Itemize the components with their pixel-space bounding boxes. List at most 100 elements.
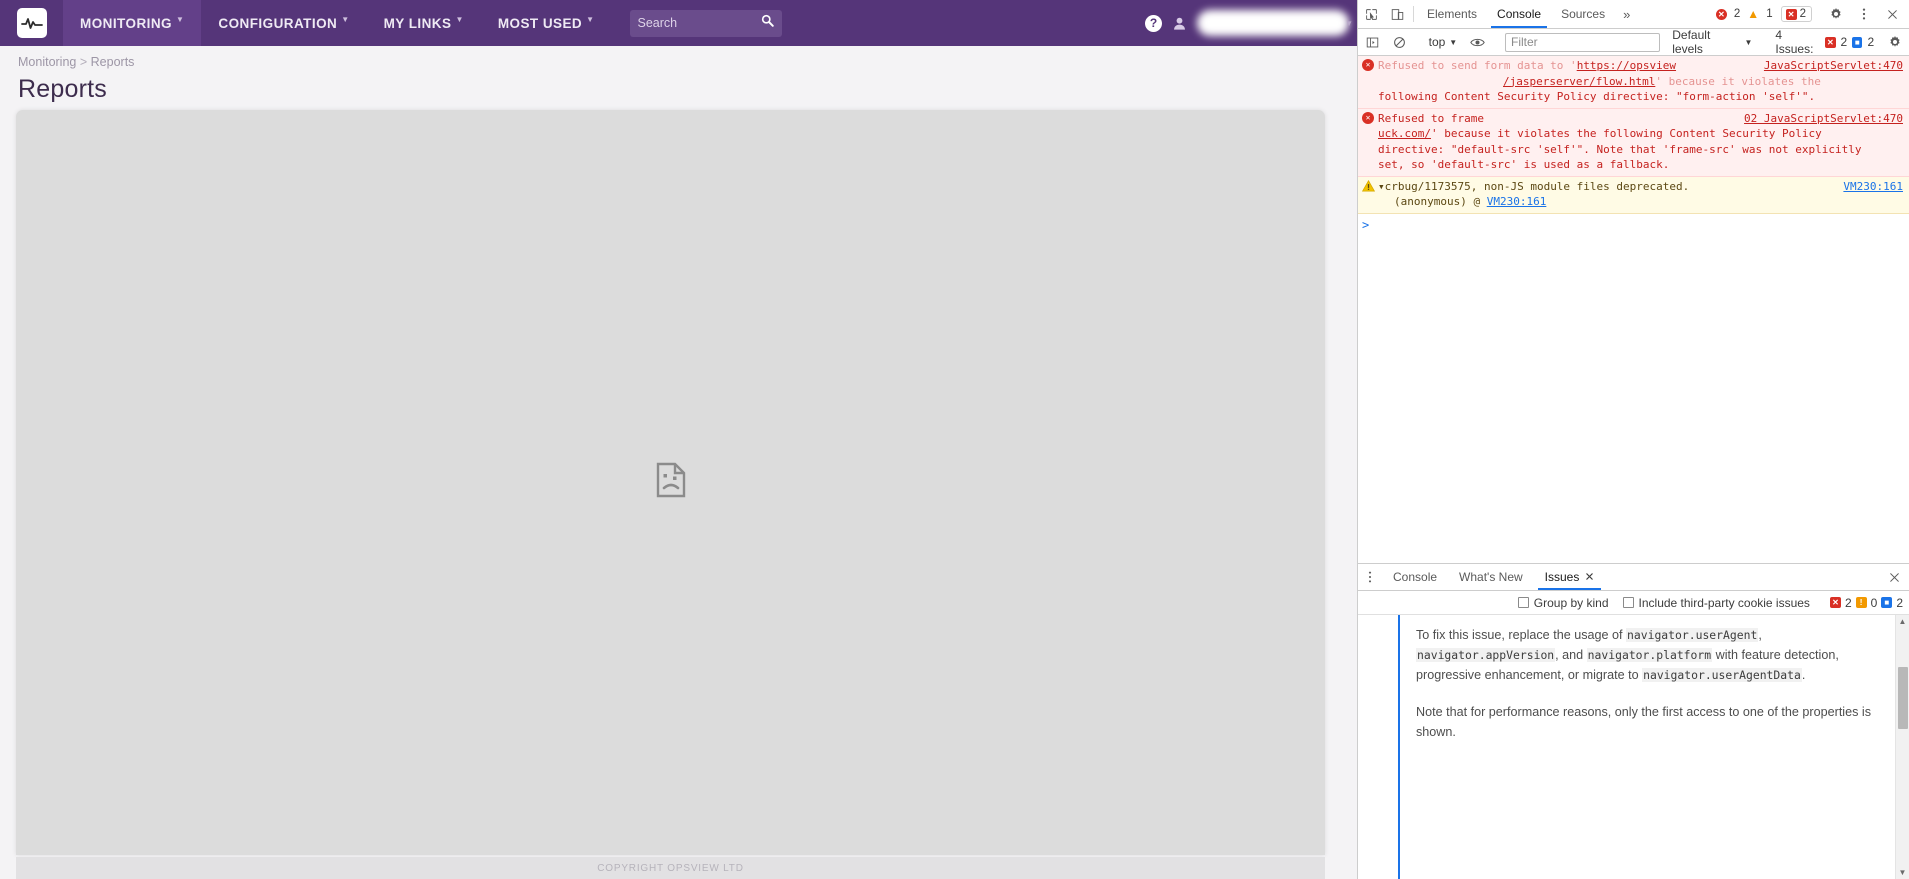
- scrollbar-thumb[interactable]: [1898, 667, 1908, 729]
- drawer-tab-issues[interactable]: Issues: [1534, 564, 1606, 590]
- top-navbar: MONITORING ▼ CONFIGURATION ▼ MY LINKS ▼ …: [0, 0, 1357, 46]
- console-settings-gear-icon[interactable]: [1882, 35, 1907, 49]
- issues-summary-button[interactable]: 4 Issues: ✕ 2 ■ 2: [1769, 28, 1880, 56]
- tab-sources[interactable]: Sources: [1551, 0, 1615, 28]
- issue-paragraph-2: Note that for performance reasons, only …: [1416, 705, 1872, 739]
- scroll-down-icon[interactable]: ▼: [1899, 866, 1907, 879]
- drawer-tabstrip: Console What's New Issues: [1358, 564, 1909, 591]
- close-drawer-icon[interactable]: [1880, 564, 1909, 590]
- console-message-source[interactable]: 02 JavaScriptServlet:470: [1744, 111, 1903, 127]
- issues-count-pill[interactable]: ✕ 2: [1780, 6, 1812, 22]
- execution-context-value: top: [1428, 35, 1446, 49]
- search-box[interactable]: Search: [629, 9, 782, 37]
- issues-warning-count: 0: [1870, 595, 1878, 610]
- error-icon: ✕: [1362, 111, 1378, 173]
- nav-item-most-used[interactable]: MOST USED ▼: [481, 0, 612, 46]
- more-tabs-icon[interactable]: »: [1615, 0, 1638, 28]
- device-toolbar-icon[interactable]: [1384, 0, 1410, 28]
- expander-icon[interactable]: ▾: [1378, 180, 1385, 193]
- msg2-line4: set, so 'default-src' is used as a fallb…: [1378, 158, 1670, 171]
- console-filter-input[interactable]: Filter: [1505, 32, 1661, 52]
- logo-container[interactable]: [0, 0, 63, 46]
- scroll-up-icon[interactable]: ▲: [1899, 615, 1907, 628]
- console-message-source[interactable]: VM230:161: [1843, 179, 1903, 195]
- nav-item-my-links[interactable]: MY LINKS ▼: [367, 0, 481, 46]
- live-expression-eye-icon[interactable]: [1465, 36, 1490, 49]
- help-icon[interactable]: ?: [1145, 14, 1162, 32]
- issue-info-icon: ■: [1881, 597, 1893, 608]
- inspect-element-icon[interactable]: [1358, 0, 1384, 28]
- msg3-stack-link[interactable]: VM230:161: [1487, 195, 1547, 208]
- issue-p1-f: .: [1801, 668, 1806, 682]
- settings-gear-icon[interactable]: [1823, 7, 1849, 21]
- user-avatar-icon[interactable]: [1172, 16, 1187, 31]
- checkbox-icon[interactable]: [1622, 597, 1634, 608]
- issue-code-appversion: navigator.appVersion: [1416, 648, 1556, 662]
- sad-document-icon: [656, 462, 686, 503]
- include-third-party-checkbox[interactable]: Include third-party cookie issues: [1622, 595, 1810, 610]
- console-message-source[interactable]: JavaScriptServlet:470: [1764, 58, 1903, 74]
- close-icon[interactable]: [1585, 570, 1594, 584]
- issue-code-useragent: navigator.userAgent: [1626, 628, 1759, 642]
- console-message-error[interactable]: ✕ Refused to frame uck.com/' because it v…: [1358, 108, 1909, 177]
- breadcrumb-parent[interactable]: Monitoring: [18, 55, 76, 69]
- tab-elements[interactable]: Elements: [1417, 0, 1487, 28]
- msg1-url1[interactable]: https://opsview: [1577, 59, 1676, 72]
- console-message-error[interactable]: ✕ Refused to send form data to 'https://…: [1358, 56, 1909, 109]
- console-message-list[interactable]: ✕ Refused to send form data to 'https://…: [1358, 56, 1909, 563]
- drawer-tab-console[interactable]: Console: [1382, 564, 1448, 590]
- nav-item-monitoring[interactable]: MONITORING ▼: [63, 0, 202, 46]
- search-input[interactable]: Search: [638, 16, 761, 30]
- issue-gutter: [1358, 615, 1398, 879]
- tab-console-label: Console: [1497, 7, 1542, 21]
- breadcrumb-separator: >: [79, 55, 88, 69]
- chevron-down-icon: ▼: [341, 15, 350, 24]
- tab-sources-label: Sources: [1561, 7, 1606, 21]
- log-level-select[interactable]: Default levels ▼: [1666, 28, 1758, 56]
- issue-code-platform: navigator.platform: [1586, 648, 1713, 662]
- msg3-stack-label: (anonymous) @: [1394, 195, 1481, 208]
- nav-item-configuration[interactable]: CONFIGURATION ▼: [201, 0, 366, 46]
- drawer-more-options-icon[interactable]: [1358, 564, 1382, 590]
- issue-p1-d: , and: [1555, 648, 1587, 662]
- console-counts[interactable]: ✕ 2 ▲ 1: [1710, 8, 1779, 20]
- warning-count: 1: [1766, 8, 1773, 20]
- issues-scrollbar[interactable]: ▲ ▼: [1895, 615, 1909, 879]
- msg2-url[interactable]: uck.com/: [1378, 127, 1431, 140]
- nav-menu: MONITORING ▼ CONFIGURATION ▼ MY LINKS ▼ …: [63, 0, 612, 46]
- checkbox-icon[interactable]: [1517, 597, 1529, 608]
- footer-copyright: COPYRIGHT OPSVIEW LTD: [597, 862, 744, 874]
- more-options-icon[interactable]: [1851, 7, 1877, 21]
- issue-p1-a: To fix this issue, replace the usage of: [1416, 628, 1627, 642]
- issues-summary-label: 4 Issues:: [1775, 28, 1814, 56]
- issues-detail[interactable]: To fix this issue, replace the usage of …: [1358, 615, 1909, 879]
- search-icon[interactable]: [761, 14, 774, 32]
- screen: MONITORING ▼ CONFIGURATION ▼ MY LINKS ▼ …: [0, 0, 1909, 879]
- clear-console-icon[interactable]: [1387, 36, 1412, 49]
- close-devtools-icon[interactable]: [1879, 8, 1905, 21]
- msg1-line3: following Content Security Policy direct…: [1378, 90, 1816, 103]
- log-level-value: Default levels: [1672, 28, 1711, 56]
- issue-error-icon: ✕: [1829, 597, 1841, 608]
- drawer-tab-whats-new[interactable]: What's New: [1448, 564, 1534, 590]
- drawer-tab-console-label: Console: [1393, 570, 1438, 584]
- chevron-down-icon[interactable]: ▼: [1345, 19, 1353, 28]
- error-icon: ✕: [1715, 8, 1727, 20]
- nav-item-configuration-label: CONFIGURATION: [218, 15, 338, 31]
- warning-icon: ▲: [1747, 7, 1760, 21]
- execution-context-select[interactable]: top ▼: [1423, 35, 1464, 49]
- tab-elements-label: Elements: [1427, 7, 1478, 21]
- group-by-kind-checkbox[interactable]: Group by kind: [1517, 596, 1609, 610]
- console-sidebar-icon[interactable]: [1360, 36, 1385, 49]
- include-third-party-label: Include third-party cookie issues: [1638, 595, 1810, 610]
- devtools-panel: Elements Console Sources » ✕ 2 ▲ 1 ✕ 2 t…: [1357, 0, 1909, 879]
- console-prompt[interactable]: >: [1358, 214, 1909, 238]
- console-message-warning[interactable]: ▾crbug/1173575, non-JS module files depr…: [1358, 176, 1909, 214]
- nav-item-my-links-label: MY LINKS: [383, 15, 452, 31]
- devtools-tabstrip-right: ✕ 2 ▲ 1 ✕ 2: [1710, 0, 1909, 28]
- issues-count: 2: [1799, 8, 1806, 20]
- tab-console[interactable]: Console: [1487, 0, 1551, 28]
- issue-code-useragentdata: navigator.userAgentData: [1642, 668, 1802, 682]
- msg1-url2[interactable]: /jasperserver/flow.html: [1503, 75, 1655, 88]
- username-redacted[interactable]: [1197, 10, 1349, 36]
